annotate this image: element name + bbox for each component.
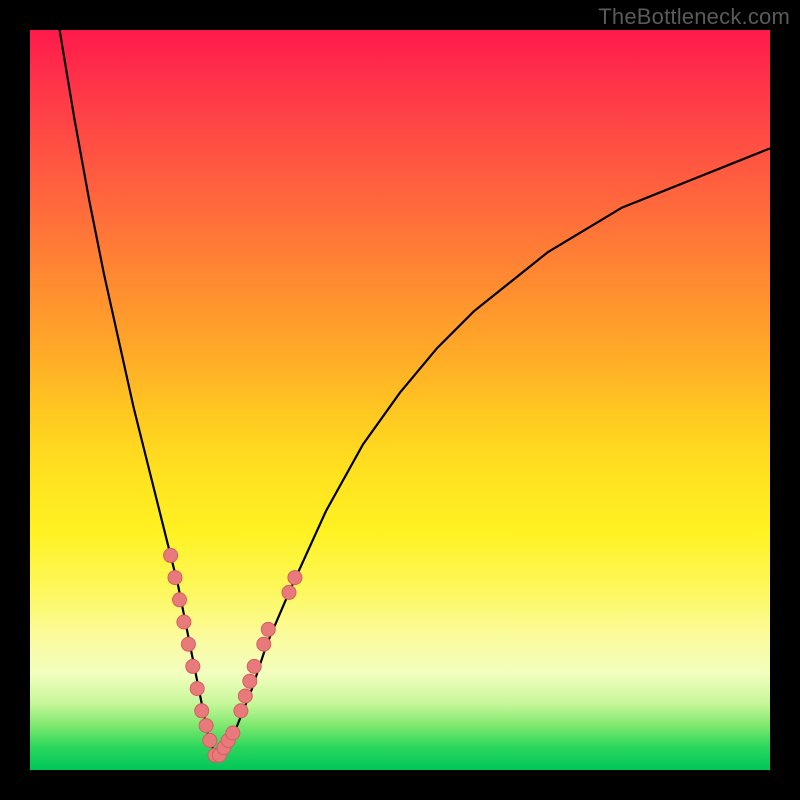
data-point <box>203 733 217 747</box>
data-point <box>164 548 178 562</box>
data-point <box>226 726 240 740</box>
data-point <box>238 689 252 703</box>
data-point <box>261 622 275 636</box>
data-point <box>181 637 195 651</box>
data-point <box>186 659 200 673</box>
curve-layer <box>30 30 770 770</box>
data-point <box>177 615 191 629</box>
data-point <box>282 585 296 599</box>
bottleneck-curve <box>60 30 770 755</box>
data-point <box>173 593 187 607</box>
data-point <box>190 682 204 696</box>
data-point <box>168 571 182 585</box>
data-point <box>288 571 302 585</box>
data-markers <box>164 548 302 762</box>
data-point <box>195 704 209 718</box>
chart-stage: TheBottleneck.com <box>0 0 800 800</box>
watermark-text: TheBottleneck.com <box>598 4 790 30</box>
data-point <box>257 637 271 651</box>
data-point <box>234 704 248 718</box>
plot-area <box>30 30 770 770</box>
data-point <box>247 659 261 673</box>
data-point <box>243 674 257 688</box>
data-point <box>199 719 213 733</box>
